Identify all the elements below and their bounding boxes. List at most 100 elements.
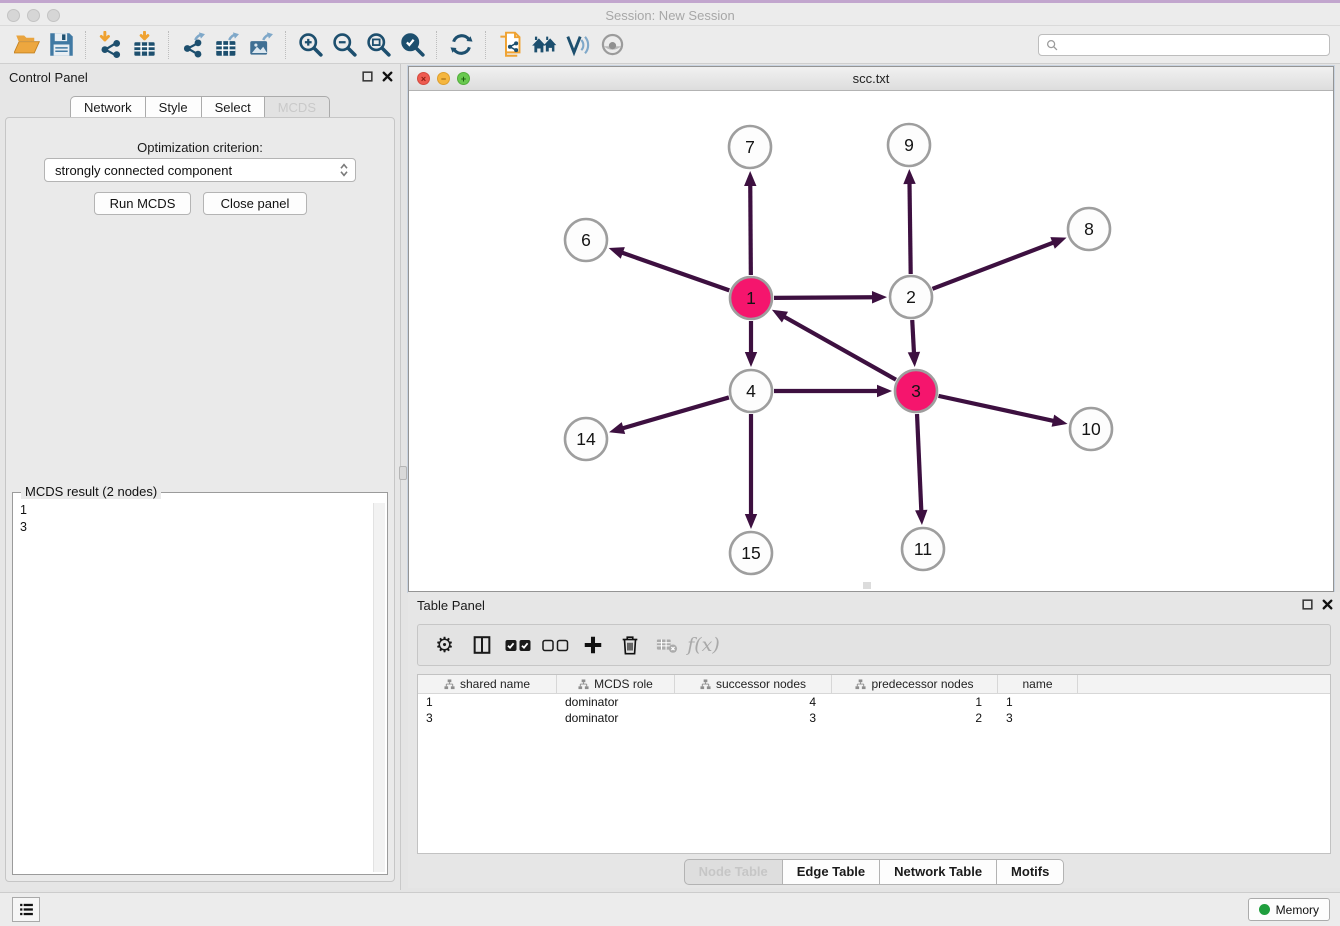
network-graph: 7968124314101511 xyxy=(409,91,1333,591)
edge-1-2[interactable] xyxy=(774,297,874,298)
edge-3-11[interactable] xyxy=(917,414,921,512)
tab-network-table[interactable]: Network Table xyxy=(879,859,996,885)
cell-name[interactable]: 1 xyxy=(998,694,1078,710)
function-builder-icon: f(x) xyxy=(685,628,722,662)
edge-4-14[interactable] xyxy=(622,397,729,428)
table-panel-tabs: Node TableEdge TableNetwork TableMotifs xyxy=(408,859,1340,885)
memory-label: Memory xyxy=(1276,903,1319,917)
export-image-icon[interactable] xyxy=(244,29,278,61)
column-header-name[interactable]: name xyxy=(998,675,1078,693)
export-table-icon[interactable] xyxy=(210,29,244,61)
edge-2-9[interactable] xyxy=(909,182,910,274)
zoom-selected-icon[interactable] xyxy=(395,29,429,61)
control-panel-titlebar: Control Panel xyxy=(0,64,400,90)
cell-name[interactable]: 3 xyxy=(998,710,1078,726)
edge-arrow-3-11 xyxy=(915,510,927,525)
close-table-panel-icon[interactable] xyxy=(1321,598,1334,611)
cell-predecessor-nodes[interactable]: 2 xyxy=(832,710,998,726)
table-toolbar: ⚙ f(x) xyxy=(417,624,1331,666)
export-network-icon[interactable] xyxy=(176,29,210,61)
splitter-grip[interactable] xyxy=(399,466,407,480)
node-label-11: 11 xyxy=(914,539,932,559)
cell-MCDS-role[interactable]: dominator xyxy=(557,710,675,726)
control-panel: Control Panel NetworkStyleSelectMCDS Opt… xyxy=(0,64,401,890)
settings-gear-icon[interactable]: ⚙ xyxy=(426,628,463,662)
tree-icon xyxy=(578,679,589,690)
task-history-button[interactable] xyxy=(12,897,40,922)
edge-3-10[interactable] xyxy=(938,396,1054,421)
open-file-icon[interactable] xyxy=(10,29,44,61)
function-builder-icon-label: f(x) xyxy=(687,634,720,656)
node-label-6: 6 xyxy=(581,230,591,250)
edge-arrow-1-6 xyxy=(609,247,625,259)
float-table-panel-icon[interactable] xyxy=(1301,598,1314,611)
refresh-icon[interactable] xyxy=(444,29,478,61)
memory-button[interactable]: Memory xyxy=(1248,898,1330,921)
edge-arrow-4-15 xyxy=(745,514,757,529)
column-layout-icon[interactable] xyxy=(463,628,500,662)
edge-2-8[interactable] xyxy=(932,242,1054,289)
zoom-in-icon[interactable] xyxy=(293,29,327,61)
new-network-icon[interactable] xyxy=(493,29,527,61)
zoom-out-icon[interactable] xyxy=(327,29,361,61)
network-view-window: × − + scc.txt 7968124314101511 xyxy=(408,66,1334,592)
canvas-scroll-grip[interactable] xyxy=(863,582,871,589)
cell-shared-name[interactable]: 1 xyxy=(418,694,557,710)
delete-row-icon[interactable] xyxy=(611,628,648,662)
cell-successor-nodes[interactable]: 4 xyxy=(675,694,832,710)
column-header-shared-name[interactable]: shared name xyxy=(418,675,557,693)
edge-1-6[interactable] xyxy=(621,252,729,290)
tree-icon xyxy=(444,679,455,690)
float-panel-icon[interactable] xyxy=(361,70,374,83)
home-icon[interactable] xyxy=(527,29,561,61)
column-label: predecessor nodes xyxy=(871,677,973,691)
node-label-10: 10 xyxy=(1081,419,1101,439)
column-label: shared name xyxy=(460,677,530,691)
edge-2-3[interactable] xyxy=(912,320,914,354)
vizmapper-icon[interactable] xyxy=(561,29,595,61)
deselect-all-checkboxes-icon[interactable] xyxy=(537,628,574,662)
network-canvas[interactable]: 7968124314101511 xyxy=(409,91,1333,591)
select-all-checkboxes-icon[interactable] xyxy=(500,628,537,662)
import-table-icon[interactable] xyxy=(127,29,161,61)
selected-criterion: strongly connected component xyxy=(55,163,339,178)
edge-1-7[interactable] xyxy=(750,184,751,275)
cell-predecessor-nodes[interactable]: 1 xyxy=(832,694,998,710)
tab-edge-table[interactable]: Edge Table xyxy=(782,859,879,885)
run-mcds-button[interactable]: Run MCDS xyxy=(94,192,191,215)
cell-successor-nodes[interactable]: 3 xyxy=(675,710,832,726)
node-label-14: 14 xyxy=(576,429,596,449)
search-input[interactable] xyxy=(1063,38,1323,52)
result-scrollbar[interactable] xyxy=(373,503,385,872)
optimization-criterion-select[interactable]: strongly connected component xyxy=(44,158,356,182)
mcds-result-title: MCDS result (2 nodes) xyxy=(21,484,161,499)
toolbar-separator xyxy=(285,31,286,59)
eye-icon[interactable] xyxy=(595,29,629,61)
close-panel-button[interactable]: Close panel xyxy=(203,192,307,215)
zoom-fit-icon[interactable] xyxy=(361,29,395,61)
search-field[interactable] xyxy=(1038,34,1330,56)
add-row-icon[interactable] xyxy=(574,628,611,662)
edge-arrow-2-8 xyxy=(1050,237,1066,249)
import-network-icon[interactable] xyxy=(93,29,127,61)
app-titlebar: Session: New Session xyxy=(0,3,1340,26)
node-table: shared name MCDS rolesuccessor nodes prede… xyxy=(417,674,1331,854)
close-panel-icon[interactable] xyxy=(381,70,394,83)
tab-motifs[interactable]: Motifs xyxy=(996,859,1064,885)
edge-3-1[interactable] xyxy=(783,316,896,380)
save-session-icon[interactable] xyxy=(44,29,78,61)
cell-MCDS-role[interactable]: dominator xyxy=(557,694,675,710)
control-panel-title: Control Panel xyxy=(9,70,88,85)
delete-table-icon xyxy=(648,628,685,662)
network-window-titlebar[interactable]: × − + scc.txt xyxy=(409,67,1333,91)
cell-shared-name[interactable]: 3 xyxy=(418,710,557,726)
tree-icon xyxy=(855,679,866,690)
toolbar-separator xyxy=(485,31,486,59)
edge-arrow-4-3 xyxy=(877,385,892,397)
tab-node-table[interactable]: Node Table xyxy=(684,859,782,885)
node-label-2: 2 xyxy=(906,287,916,307)
column-header-MCDS-role[interactable]: MCDS role xyxy=(557,675,675,693)
column-header-successor-nodes[interactable]: successor nodes xyxy=(675,675,832,693)
toolbar-separator xyxy=(85,31,86,59)
column-header-predecessor-nodes[interactable]: predecessor nodes xyxy=(832,675,998,693)
